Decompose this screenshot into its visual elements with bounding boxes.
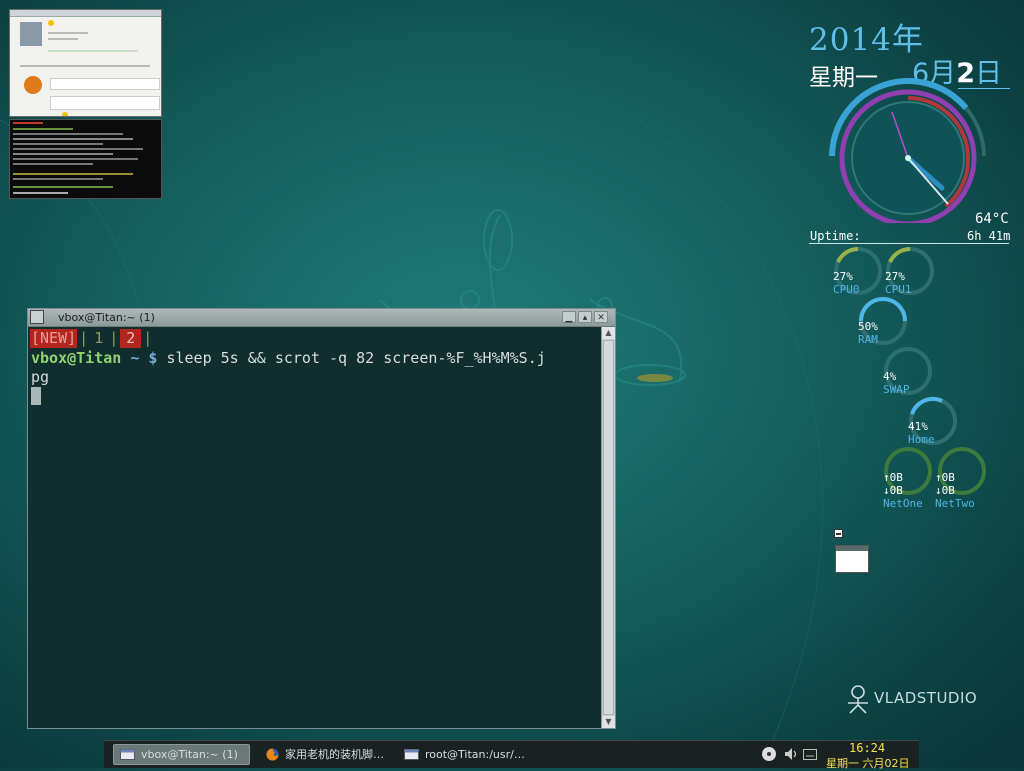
thumbnail-line — [13, 143, 103, 145]
nettwo-gauge: ↑0B ↓0B NetTwo — [934, 444, 992, 510]
minimized-tag-icon[interactable] — [834, 529, 843, 538]
nettwo-up: ↑0B — [935, 471, 955, 484]
tab-2[interactable]: 2 — [120, 329, 142, 348]
avatar-image — [20, 22, 42, 46]
ram-value: 50% — [858, 320, 878, 333]
home-value: 41% — [908, 420, 928, 433]
thumbnail-line — [13, 133, 123, 135]
thumbnail-logo — [24, 76, 42, 94]
task-label: 家用老机的装机脚… — [285, 748, 384, 761]
close-button[interactable]: ✕ — [594, 311, 608, 323]
thumbnail-line — [13, 178, 103, 180]
thumbnail-line — [13, 153, 113, 155]
nettwo-label: NetTwo — [935, 497, 975, 510]
thumbnail-line — [50, 96, 160, 110]
mini-window-bar — [836, 546, 868, 551]
scrollbar[interactable]: ▲ ▼ — [601, 327, 615, 728]
command-text: sleep 5s && scrot -q 82 screen-%F_%H%M%S… — [157, 349, 546, 367]
cpu0-gauge: 27% CPU0 — [831, 244, 885, 298]
vladstudio-watermark: VLADSTUDIO — [845, 683, 977, 719]
thumbnail-line — [48, 50, 138, 52]
thumbnail-line — [13, 158, 138, 160]
terminal-window[interactable]: vbox@Titan:~ (1) ▁ ▴ ✕ [NEW] | 1 | 2 | v… — [27, 308, 616, 729]
thumbnail-line — [48, 38, 78, 40]
thumbnail-line — [13, 173, 133, 175]
clock-center — [905, 155, 911, 161]
screen-tabbar: [NEW] | 1 | 2 | — [30, 329, 154, 348]
netone-down: ↓0B — [883, 484, 903, 497]
tab-separator: | — [143, 329, 153, 347]
command-line: vbox@Titan ~ $ sleep 5s && scrot -q 82 s… — [31, 349, 546, 367]
swap-value: 4% — [883, 370, 897, 383]
terminal-titlebar[interactable]: vbox@Titan:~ (1) ▁ ▴ ✕ — [28, 309, 615, 327]
task-terminal-vbox[interactable]: vbox@Titan:~ (1) — [113, 744, 250, 765]
tab-separator: | — [109, 329, 119, 347]
task-label: vbox@Titan:~ (1) — [141, 748, 238, 761]
thumbnail-line — [13, 163, 93, 165]
cpu1-value: 27% — [885, 270, 905, 283]
keyboard-icon[interactable] — [803, 749, 817, 761]
home-gauge: 41% Home — [906, 394, 960, 448]
terminal-icon — [404, 749, 419, 760]
thumbnail-titlebar — [10, 10, 161, 17]
volume-icon[interactable] — [784, 747, 798, 761]
thumbnail-smiley — [62, 112, 68, 116]
thumbnail-line — [20, 65, 150, 67]
text-cursor — [31, 387, 41, 405]
task-label: root@Titan:/usr/… — [425, 748, 525, 761]
task-firefox[interactable]: 家用老机的装机脚… — [260, 744, 390, 765]
task-terminal-root[interactable]: root@Titan:/usr/… — [398, 744, 538, 765]
prompt-user: vbox@Titan — [31, 349, 122, 367]
command-continuation: pg — [31, 368, 50, 386]
media-disc-icon[interactable] — [761, 746, 777, 762]
terminal-icon — [120, 749, 135, 760]
firefox-icon — [266, 748, 279, 761]
terminal-thumbnail[interactable] — [9, 119, 162, 199]
year-display: 2014年 — [809, 22, 924, 58]
maximize-button[interactable]: ▴ — [578, 311, 592, 323]
nettwo-down: ↓0B — [935, 484, 955, 497]
ram-gauge: 50% RAM — [856, 294, 910, 348]
taskbar: vbox@Titan:~ (1) 家用老机的装机脚… root@Titan:/u… — [104, 740, 919, 771]
thumbnail-line — [13, 122, 43, 124]
thumbnail-line — [13, 186, 113, 188]
scroll-down-icon[interactable]: ▼ — [602, 716, 615, 728]
uptime-label: Uptime: — [810, 229, 861, 243]
window-menu-icon[interactable] — [30, 310, 44, 324]
thumbnail-line — [13, 148, 143, 150]
uptime-value: 6h 41m — [967, 229, 1011, 243]
window-title: vbox@Titan:~ (1) — [58, 311, 155, 324]
thumbnail-line — [48, 32, 88, 34]
tab-1[interactable]: 1 — [90, 329, 107, 348]
netone-label: NetOne — [883, 497, 923, 510]
temperature: 64°C — [975, 211, 1009, 227]
thumbnail-line — [13, 138, 133, 140]
thumbnail-line — [13, 128, 73, 130]
taskbar-clock-time[interactable]: 16:24 — [849, 741, 885, 755]
taskbar-clock-date[interactable]: 星期一 六月02日 — [826, 755, 910, 771]
minimized-window-icon[interactable] — [835, 545, 869, 573]
cpu0-value: 27% — [833, 270, 853, 283]
vladstudio-logo-icon — [848, 685, 868, 714]
tab-new[interactable]: [NEW] — [30, 329, 78, 348]
thumbnail-smiley — [48, 20, 54, 26]
thumbnail-line — [50, 78, 160, 90]
swap-gauge: 4% SWAP — [881, 344, 935, 398]
terminal-content[interactable]: [NEW] | 1 | 2 | vbox@Titan ~ $ sleep 5s … — [28, 327, 601, 728]
scroll-thumb[interactable] — [603, 340, 614, 715]
minimize-button[interactable]: ▁ — [562, 311, 576, 323]
netone-gauge: ↑0B ↓0B NetOne — [881, 444, 935, 510]
thumbnail-line — [13, 192, 68, 194]
netone-up: ↑0B — [883, 471, 903, 484]
analog-clock — [829, 78, 986, 223]
cpu1-gauge: 27% CPU1 — [883, 244, 937, 298]
prompt-path: ~ $ — [130, 349, 158, 367]
watermark-text: VLADSTUDIO — [874, 689, 978, 707]
scroll-up-icon[interactable]: ▲ — [602, 327, 615, 339]
ram-label: RAM — [858, 333, 878, 346]
browser-thumbnail[interactable] — [9, 9, 162, 117]
tab-separator: | — [79, 329, 89, 347]
